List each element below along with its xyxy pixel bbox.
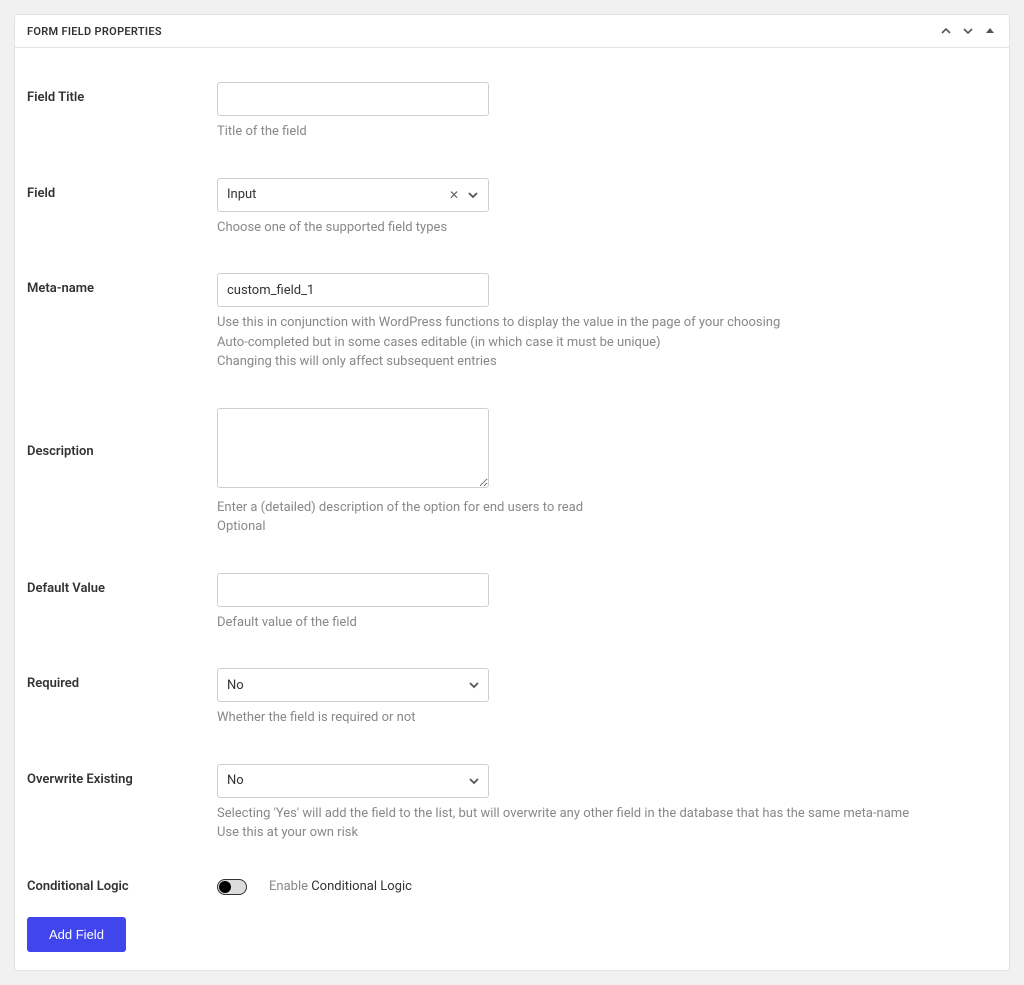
label-required: Required <box>27 668 217 728</box>
default-value-input[interactable] <box>217 573 489 607</box>
help-desc-2: Optional <box>217 517 997 537</box>
row-meta-name: Meta-name Use this in conjunction with W… <box>27 273 997 372</box>
help-desc-1: Enter a (detailed) description of the op… <box>217 498 997 518</box>
conditional-logic-toggle[interactable] <box>217 879 247 895</box>
clear-icon[interactable]: ✕ <box>445 188 463 202</box>
label-meta-name: Meta-name <box>27 273 217 372</box>
field-type-value: Input <box>227 187 445 202</box>
panel-header-actions <box>939 24 997 38</box>
label-field-type: Field <box>27 178 217 238</box>
label-description: Description <box>27 408 217 537</box>
field-title-input[interactable] <box>217 82 489 116</box>
help-meta-1: Use this in conjunction with WordPress f… <box>217 313 997 333</box>
help-overwrite-1: Selecting 'Yes' will add the field to th… <box>217 804 997 824</box>
row-required: Required No Whether the field is require… <box>27 668 997 728</box>
field-type-select[interactable]: Input ✕ <box>217 178 489 212</box>
help-default: Default value of the field <box>217 613 997 633</box>
label-default-value: Default Value <box>27 573 217 633</box>
help-meta-2: Auto-completed but in some cases editabl… <box>217 333 997 353</box>
help-overwrite-2: Use this at your own risk <box>217 823 997 843</box>
required-select[interactable]: No <box>217 668 489 702</box>
form-field-properties-panel: FORM FIELD PROPERTIES Field Title Title … <box>14 14 1010 971</box>
move-up-icon[interactable] <box>939 24 953 38</box>
row-default-value: Default Value Default value of the field <box>27 573 997 633</box>
chevron-down-icon <box>463 189 479 201</box>
description-textarea[interactable] <box>217 408 489 488</box>
panel-header: FORM FIELD PROPERTIES <box>15 15 1009 48</box>
overwrite-select[interactable]: No <box>217 764 489 798</box>
help-field-type: Choose one of the supported field types <box>217 218 997 238</box>
label-conditional: Conditional Logic <box>27 879 217 895</box>
help-meta-3: Changing this will only affect subsequen… <box>217 352 997 372</box>
panel-title: FORM FIELD PROPERTIES <box>27 25 162 38</box>
row-overwrite: Overwrite Existing No Selecting 'Yes' wi… <box>27 764 997 843</box>
panel-body: Field Title Title of the field Field Inp… <box>15 48 1009 970</box>
help-required: Whether the field is required or not <box>217 708 997 728</box>
row-conditional-logic: Conditional Logic Enable Conditional Log… <box>27 879 997 895</box>
row-field-title: Field Title Title of the field <box>27 82 997 142</box>
move-down-icon[interactable] <box>961 24 975 38</box>
add-field-button[interactable]: Add Field <box>27 917 126 952</box>
meta-name-input[interactable] <box>217 273 489 307</box>
button-row: Add Field <box>27 917 997 952</box>
collapse-icon[interactable] <box>983 24 997 38</box>
label-field-title: Field Title <box>27 82 217 142</box>
row-field-type: Field Input ✕ Choose one of the supporte… <box>27 178 997 238</box>
help-field-title: Title of the field <box>217 122 997 142</box>
row-description: Description Enter a (detailed) descripti… <box>27 408 997 537</box>
label-overwrite: Overwrite Existing <box>27 764 217 843</box>
conditional-enable-text: Enable Conditional Logic <box>269 879 412 894</box>
